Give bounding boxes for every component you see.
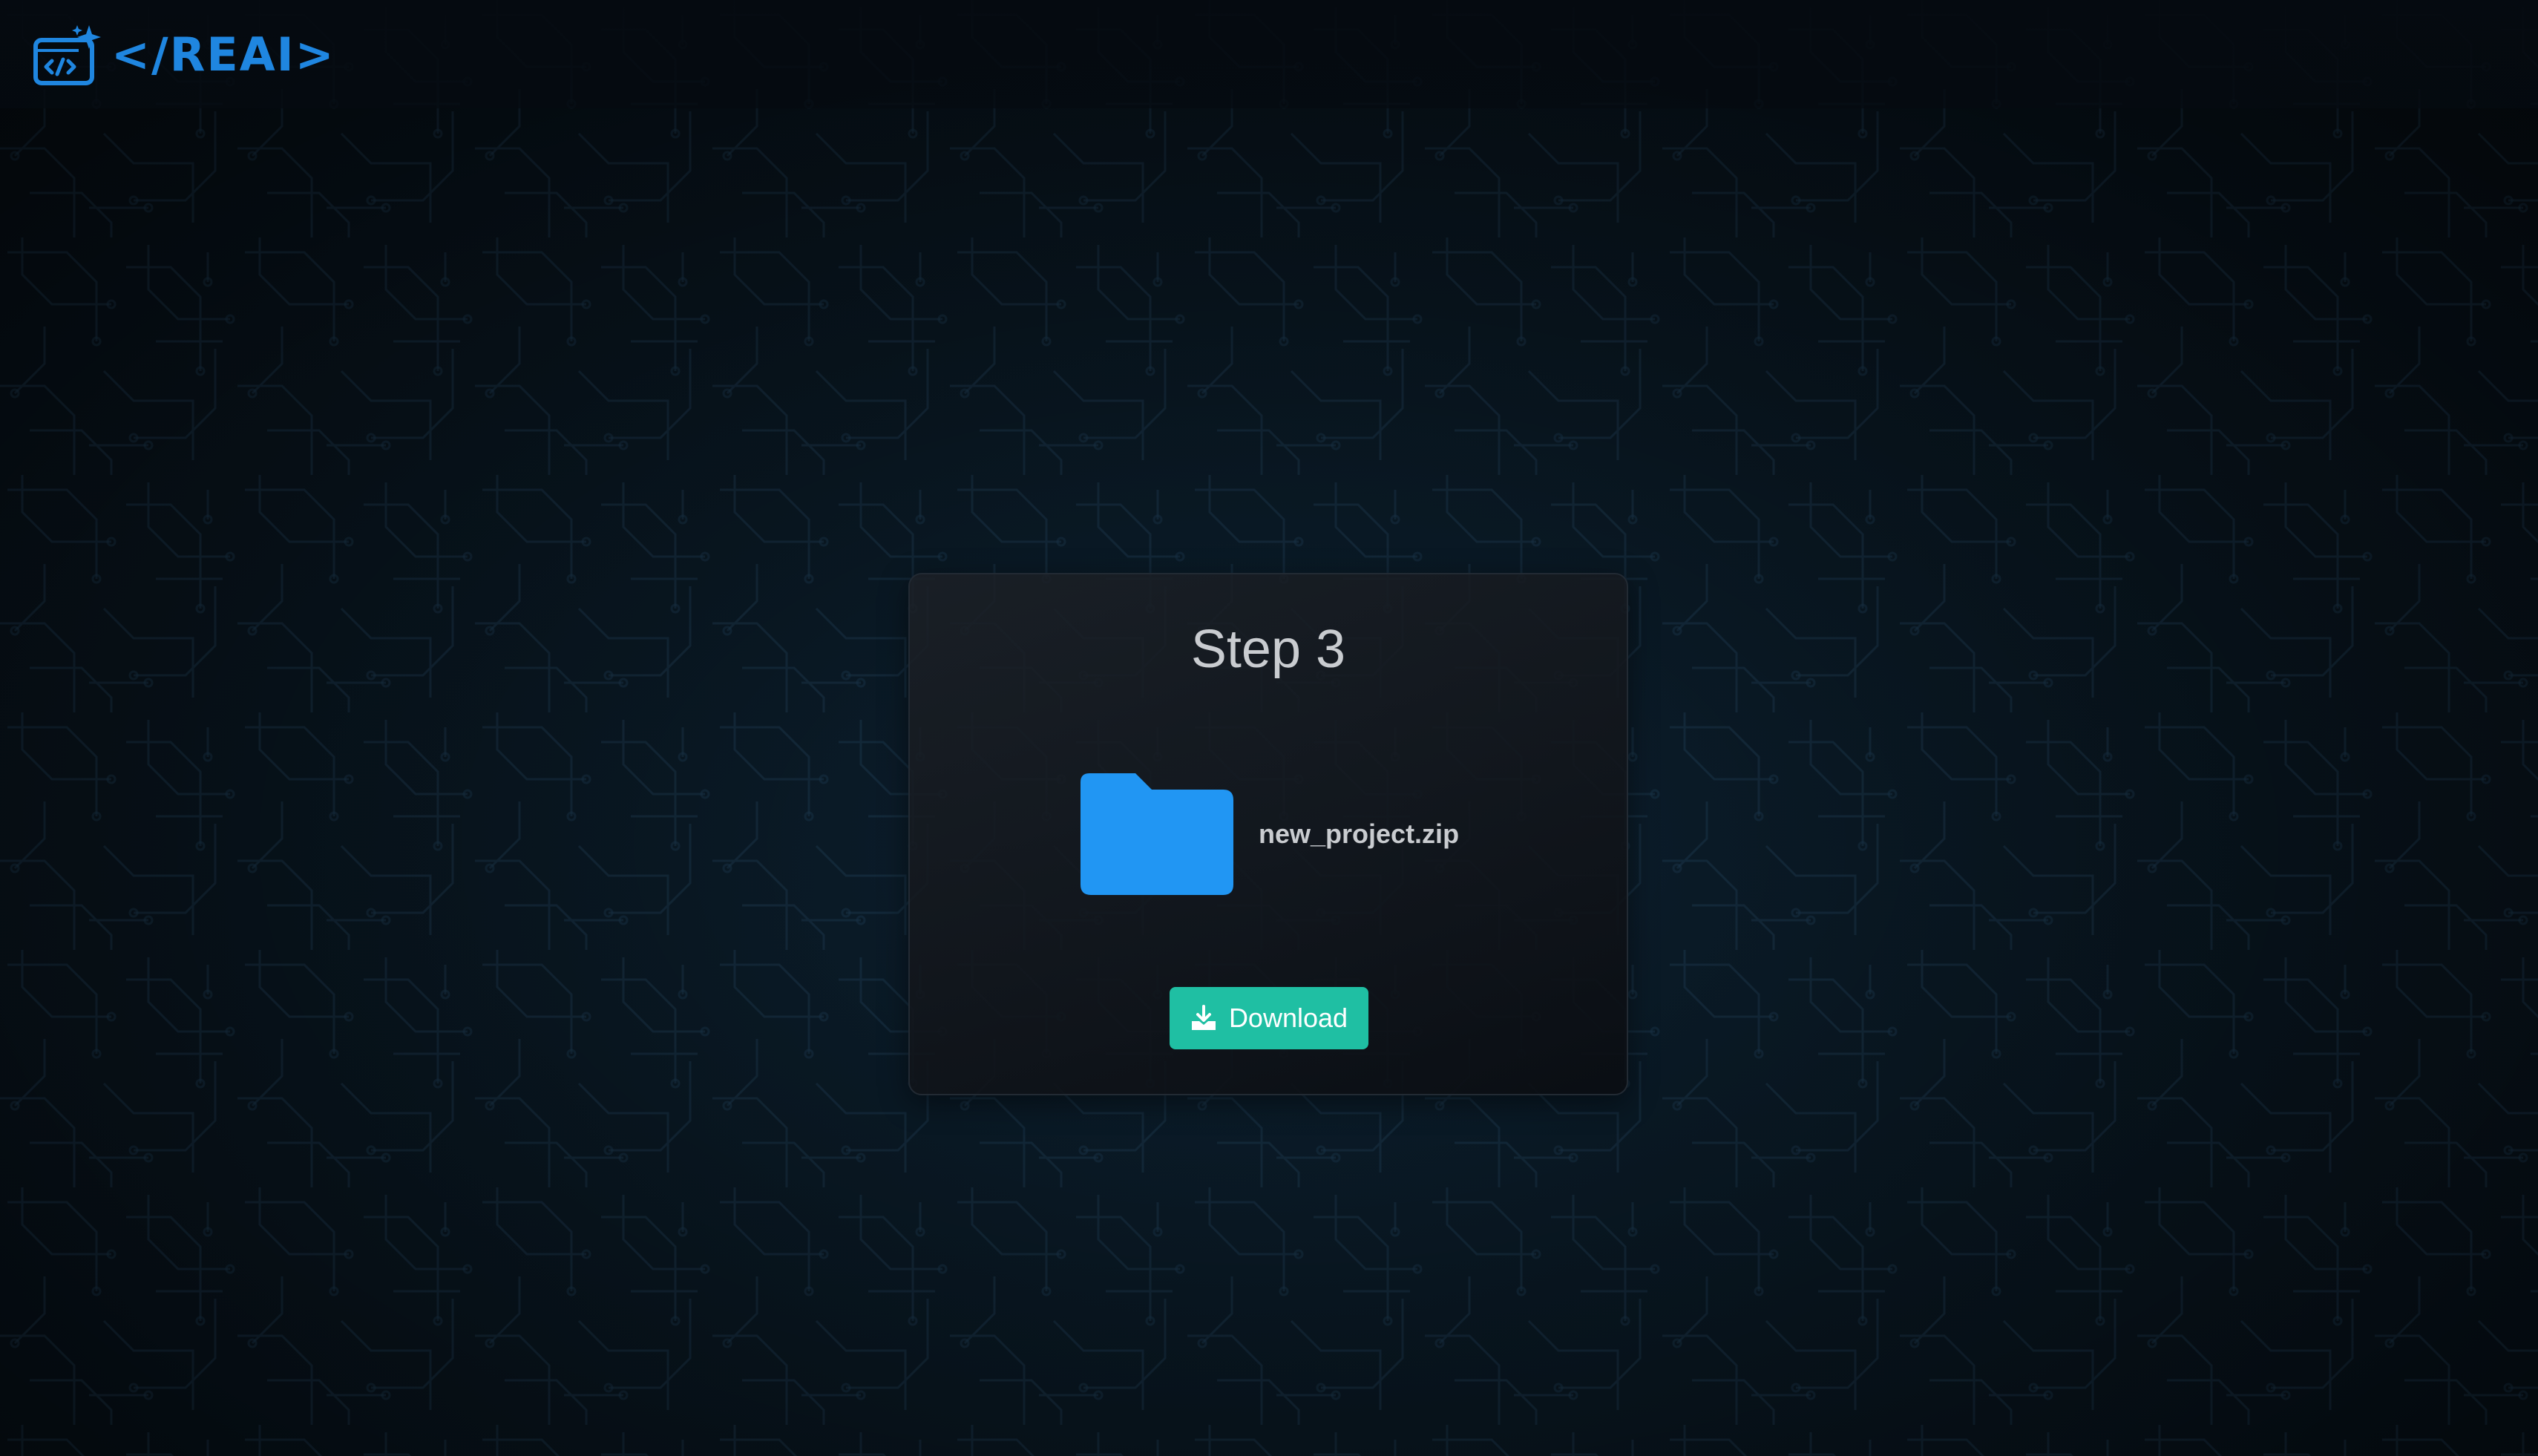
code-window-sparkle-icon xyxy=(33,24,101,86)
file-item: new_project.zip xyxy=(1081,773,1459,895)
app-logo[interactable]: </REAI> xyxy=(33,24,335,86)
top-bar: </REAI> xyxy=(0,0,2538,108)
step-card: Step 3 new_project.zip Download xyxy=(908,573,1628,1095)
download-label: Download xyxy=(1228,1003,1348,1033)
logo-text: </REAI> xyxy=(111,27,335,82)
download-button[interactable]: Download xyxy=(1170,987,1368,1049)
folder-icon xyxy=(1081,773,1233,895)
download-icon xyxy=(1190,1005,1217,1032)
step-title: Step 3 xyxy=(1190,620,1346,679)
file-name: new_project.zip xyxy=(1259,819,1460,849)
